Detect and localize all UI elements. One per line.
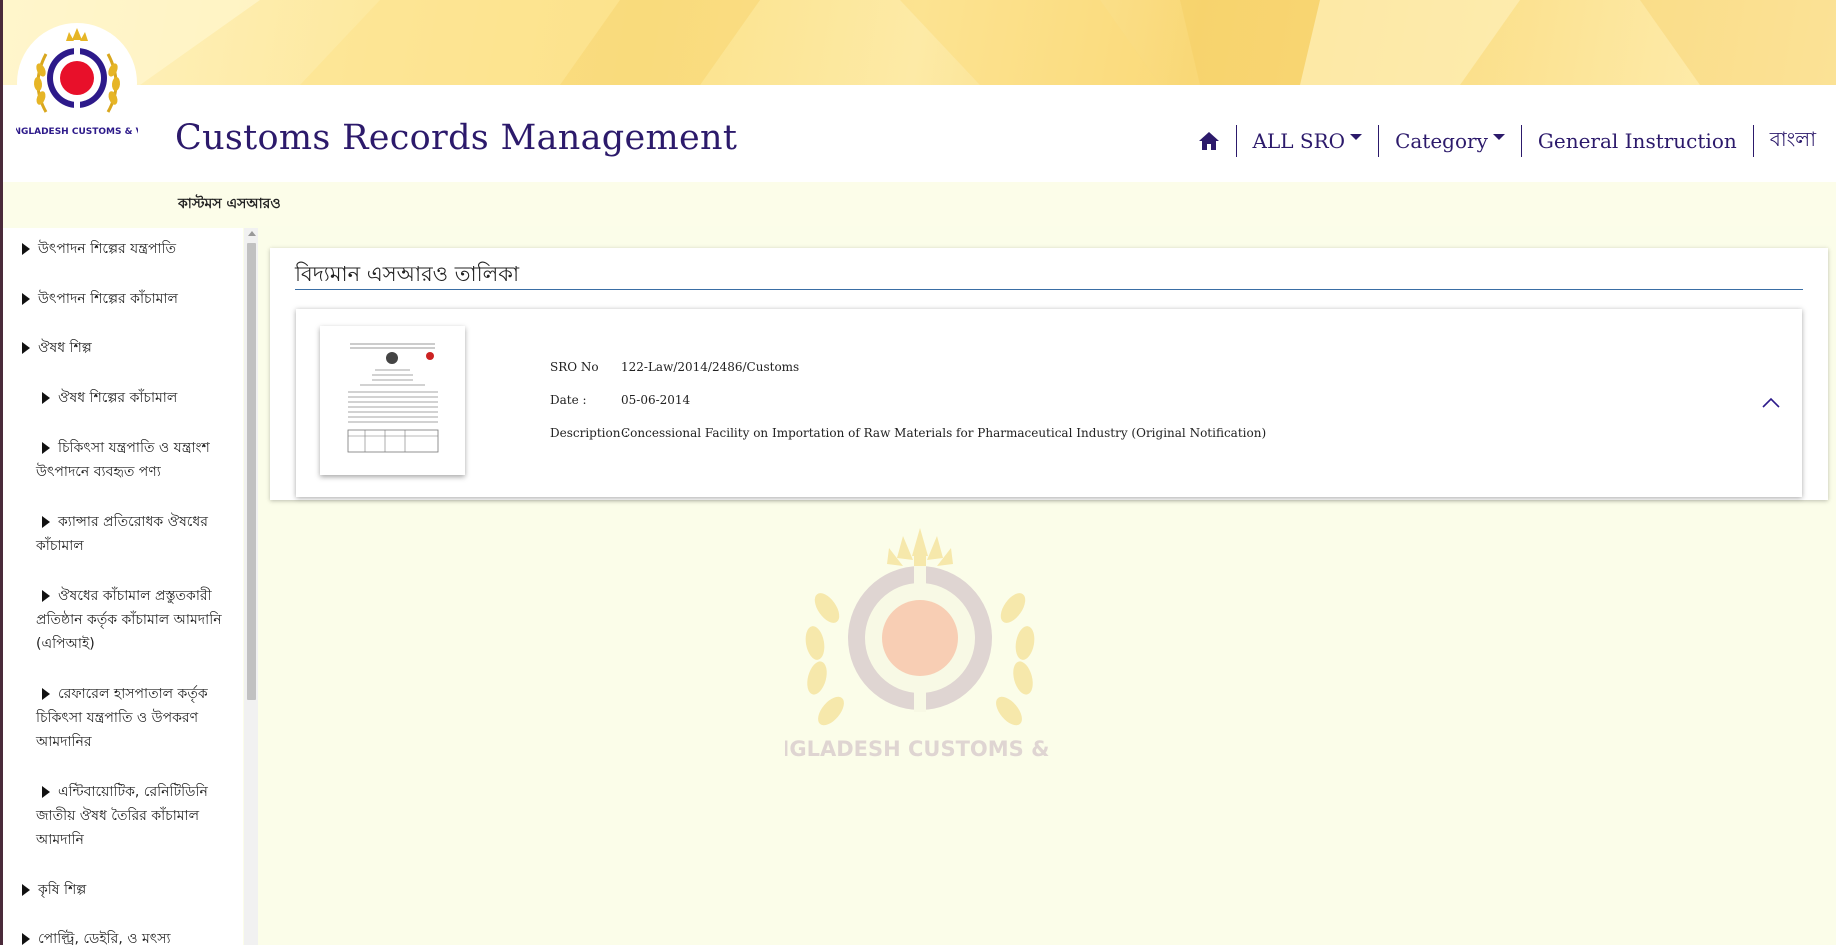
- sidebar-item-label: উৎপাদন শিল্পের যন্ত্রপাতি: [38, 241, 177, 257]
- sidebar-subitem[interactable]: এন্টিবায়োটিক, রেনিটিডিনি জাতীয় ঔষধ তৈর…: [36, 780, 236, 852]
- sidebar-item-label: আমদানির: [36, 734, 92, 750]
- caret-right-icon: [42, 786, 50, 798]
- sidebar-subitem[interactable]: ঔষধের কাঁচামাল প্রস্তুতকারী প্রতিষ্ঠান ক…: [36, 584, 236, 656]
- sidebar-item-label: প্রতিষ্ঠান কর্তৃক কাঁচামাল আমদানি: [36, 612, 222, 628]
- caret-down-icon: [1350, 134, 1363, 140]
- chevron-up-icon[interactable]: [1762, 396, 1780, 408]
- top-banner: [0, 0, 1836, 85]
- sidebar-item-label: ঔষধের কাঁচামাল প্রস্তুতকারী: [58, 588, 212, 604]
- svg-text:BANGLADESH CUSTOMS & VAT: BANGLADESH CUSTOMS & VAT: [785, 737, 1055, 761]
- sidebar-subitem[interactable]: চিকিৎসা যন্ত্রপাতি ও যন্ত্রাংশ উৎপাদনে ব…: [36, 436, 231, 484]
- nav-language-label: বাংলা: [1769, 126, 1816, 151]
- sidebar-item-label: (এপিআই): [36, 636, 95, 652]
- sro-no-label: SRO No: [550, 360, 599, 374]
- caret-right-icon: [42, 688, 50, 700]
- top-navigation: ALL SRO Category General Instruction বাং…: [1182, 124, 1816, 158]
- description-value: Concessional Facility on Importation of …: [621, 426, 1267, 440]
- sidebar-item-label: কাঁচামাল: [36, 538, 84, 554]
- svg-text:BANGLADESH CUSTOMS & VAT: BANGLADESH CUSTOMS & VAT: [16, 127, 138, 137]
- caret-right-icon: [22, 884, 30, 896]
- sro-no-value: 122-Law/2014/2486/Customs: [621, 360, 800, 374]
- description-label: Description :: [550, 426, 629, 440]
- caret-right-icon: [42, 516, 50, 528]
- sidebar-item-label: উৎপাদনে ব্যবহৃত পণ্য: [36, 464, 161, 480]
- date-label: Date :: [550, 393, 587, 407]
- nav-general-instruction[interactable]: General Instruction: [1522, 125, 1753, 157]
- sidebar-item-label: ক্যান্সার প্রতিরোধক ঔষধের: [58, 514, 208, 530]
- sidebar-item[interactable]: পোল্ট্রি, ডেইরি, ও মৎস্য: [22, 927, 171, 945]
- nav-all-sro[interactable]: ALL SRO: [1237, 125, 1379, 157]
- caret-right-icon: [42, 392, 50, 404]
- sidebar-item-label: পোল্ট্রি, ডেইরি, ও মৎস্য: [38, 931, 171, 945]
- sidebar-subitem[interactable]: ঔষধ শিল্পের কাঁচামাল: [42, 386, 177, 410]
- title-divider: [295, 289, 1803, 290]
- nav-language-toggle[interactable]: বাংলা: [1754, 125, 1816, 157]
- app-title: Customs Records Management: [175, 118, 738, 158]
- caret-right-icon: [22, 293, 30, 305]
- panel-title: বিদ্যমান এসআরও তালিকা: [295, 262, 520, 286]
- caret-right-icon: [22, 933, 30, 945]
- sidebar-item-label: চিকিৎসা যন্ত্রপাতি ও যন্ত্রাংশ: [58, 440, 210, 456]
- watermark-logo: BANGLADESH CUSTOMS & VAT: [785, 528, 1055, 761]
- sidebar-item[interactable]: উৎপাদন শিল্পের যন্ত্রপাতি: [22, 237, 176, 261]
- home-icon: [1198, 132, 1219, 150]
- customs-logo[interactable]: BANGLADESH CUSTOMS & VAT: [0, 22, 155, 144]
- sidebar-item-label: ঔষধ শিল্পের কাঁচামাল: [58, 390, 178, 406]
- subbar-label: কাস্টমস এসআরও: [178, 196, 281, 212]
- sidebar-item-label: ঔষধ শিল্প: [38, 340, 92, 356]
- nav-all-sro-label: ALL SRO: [1252, 129, 1346, 153]
- sidebar-item[interactable]: কৃষি শিল্প: [22, 878, 86, 902]
- sidebar-item-label: রেফারেল হাসপাতাল কর্তৃক: [58, 686, 208, 702]
- sidebar-item-label: চিকিৎসা যন্ত্রপাতি ও উপকরণ: [36, 710, 199, 726]
- sidebar-subitem[interactable]: রেফারেল হাসপাতাল কর্তৃক চিকিৎসা যন্ত্রপা…: [36, 682, 236, 754]
- sidebar-item-label: এন্টিবায়োটিক, রেনিটিডিনি: [58, 784, 208, 800]
- home-link[interactable]: [1182, 125, 1236, 157]
- caret-right-icon: [22, 243, 30, 255]
- sidebar-item[interactable]: ঔষধ শিল্প: [22, 336, 92, 360]
- caret-right-icon: [42, 590, 50, 602]
- sidebar-item-label: কৃষি শিল্প: [38, 882, 87, 898]
- caret-down-icon: [1492, 134, 1505, 140]
- caret-right-icon: [22, 342, 30, 354]
- date-value: 05-06-2014: [621, 393, 691, 407]
- nav-category[interactable]: Category: [1379, 125, 1521, 157]
- sro-record-card[interactable]: [296, 309, 1802, 497]
- sidebar: উৎপাদন শিল্পের যন্ত্রপাতি উৎপাদন শিল্পের…: [3, 228, 243, 945]
- sidebar-item-label: জাতীয় ঔষধ তৈরির কাঁচামাল: [36, 808, 200, 824]
- nav-general-instruction-label: General Instruction: [1537, 129, 1737, 153]
- caret-right-icon: [42, 442, 50, 454]
- sidebar-item[interactable]: উৎপাদন শিল্পের কাঁচামাল: [22, 287, 178, 311]
- sidebar-item-label: উৎপাদন শিল্পের কাঁচামাল: [38, 291, 178, 307]
- scrollbar-thumb[interactable]: [247, 243, 256, 700]
- scroll-up-arrow-icon[interactable]: [248, 231, 256, 236]
- document-thumbnail[interactable]: [320, 326, 465, 475]
- sidebar-item-label: আমদানি: [36, 832, 84, 848]
- window-edge: [0, 0, 3, 945]
- sidebar-subitem[interactable]: ক্যান্সার প্রতিরোধক ঔষধের কাঁচামাল: [36, 510, 231, 558]
- nav-category-label: Category: [1395, 129, 1488, 153]
